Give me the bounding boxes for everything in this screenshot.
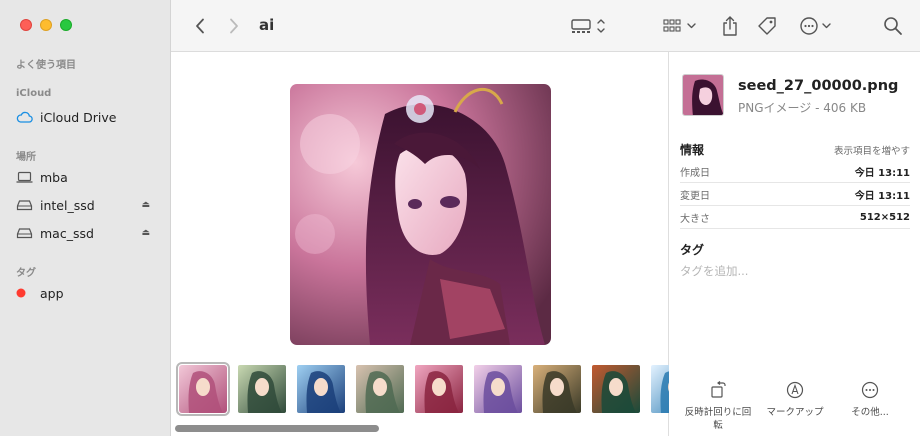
tag-dot-icon — [16, 285, 36, 301]
toolbar: ai — [171, 0, 920, 52]
group-button[interactable] — [661, 14, 701, 38]
minimize-window-button[interactable] — [40, 19, 52, 31]
thumbnail[interactable] — [651, 365, 669, 413]
share-button[interactable] — [719, 14, 741, 38]
chevron-right-icon — [230, 18, 238, 34]
preview-pane: seed_27_00000.png PNGイメージ - 406 KB 情報 表示… — [670, 52, 920, 436]
window-controls — [20, 19, 72, 31]
sidebar-section-locations: 場所 — [16, 152, 36, 163]
zoom-window-button[interactable] — [60, 19, 72, 31]
sidebar-item-label: intel_ssd — [40, 197, 95, 213]
group-grid-icon — [663, 19, 696, 32]
sidebar-item-label: iCloud Drive — [40, 109, 117, 125]
info-key: 作成日 — [680, 167, 710, 179]
chevron-left-icon — [196, 18, 204, 34]
close-window-button[interactable] — [20, 19, 32, 31]
thumbnail[interactable] — [474, 365, 522, 413]
file-name: seed_27_00000.png — [738, 78, 899, 94]
laptop-icon — [16, 169, 36, 185]
info-row-modified: 変更日 今日 13:11 — [680, 183, 910, 206]
thumbnail-image — [179, 365, 227, 413]
action-label: 反時計回りに回転 — [684, 407, 752, 431]
thumbnail[interactable] — [297, 365, 345, 413]
sidebar-item-label: app — [40, 285, 64, 301]
ellipsis-circle-icon — [800, 17, 831, 35]
sidebar: よく使う項目 iCloud iCloud Drive 場所 mba intel_… — [0, 0, 171, 436]
tag-icon — [758, 17, 776, 35]
sidebar-item-tag-app[interactable]: app — [16, 282, 162, 304]
thumbnail-image — [474, 365, 522, 413]
cloud-icon — [16, 109, 36, 125]
forward-button[interactable] — [223, 14, 245, 38]
more-icon — [835, 380, 905, 400]
action-label: その他... — [851, 407, 889, 418]
sidebar-section-favorites: よく使う項目 — [16, 60, 76, 71]
sidebar-item-label: mba — [40, 169, 68, 185]
image-preview[interactable] — [290, 84, 551, 345]
thumbnail[interactable] — [176, 362, 230, 416]
info-key: 大きさ — [680, 213, 710, 225]
action-menu-button[interactable] — [797, 14, 837, 38]
file-thumbnail-image — [683, 75, 723, 115]
thumbnail-strip — [171, 362, 669, 416]
thumbnail[interactable] — [533, 365, 581, 413]
drive-icon — [16, 225, 36, 241]
show-more-link[interactable]: 表示項目を増やす — [834, 143, 910, 157]
file-thumbnail — [682, 74, 724, 116]
thumbnail[interactable] — [356, 365, 404, 413]
action-label: マークアップ — [766, 407, 824, 418]
thumbnail[interactable] — [415, 365, 463, 413]
eject-icon[interactable]: ⏏ — [141, 228, 150, 238]
drive-icon — [16, 197, 36, 213]
sidebar-item-icloud-drive[interactable]: iCloud Drive — [16, 106, 162, 128]
tags-heading: タグ — [680, 243, 705, 257]
gallery-view-icon — [571, 19, 605, 33]
view-mode-button[interactable] — [569, 14, 609, 38]
info-value: 今日 13:11 — [854, 167, 910, 179]
markup-button[interactable]: マークアップ — [760, 380, 830, 419]
thumbnail-image — [356, 365, 404, 413]
horizontal-scrollbar[interactable] — [175, 425, 379, 432]
info-value: 今日 13:11 — [854, 190, 910, 202]
sidebar-item-label: mac_ssd — [40, 225, 94, 241]
thumbnail-image — [297, 365, 345, 413]
thumbnail[interactable] — [592, 365, 640, 413]
info-key: 変更日 — [680, 190, 710, 202]
markup-icon — [760, 380, 830, 400]
thumbnail-image — [651, 365, 669, 413]
thumbnail-image — [238, 365, 286, 413]
eject-icon[interactable]: ⏏ — [141, 200, 150, 210]
search-button[interactable] — [881, 14, 905, 38]
file-kind: PNGイメージ - 406 KB — [738, 101, 867, 115]
sidebar-section-tags: タグ — [16, 268, 36, 279]
rotate-left-button[interactable]: 反時計回りに回転 — [683, 380, 753, 432]
thumbnail-image — [415, 365, 463, 413]
sidebar-item-intel-ssd[interactable]: intel_ssd ⏏ — [16, 194, 162, 216]
gallery-view — [171, 52, 669, 436]
thumbnail[interactable] — [238, 365, 286, 413]
share-icon — [723, 16, 737, 36]
sidebar-item-mac-ssd[interactable]: mac_ssd ⏏ — [16, 222, 162, 244]
anime-portrait-image — [290, 84, 551, 345]
thumbnail-image — [533, 365, 581, 413]
add-tag-field[interactable]: タグを追加... — [680, 263, 748, 279]
back-button[interactable] — [189, 14, 211, 38]
info-row-dimensions: 大きさ 512×512 — [680, 206, 910, 229]
info-heading: 情報 — [680, 143, 705, 157]
info-value: 512×512 — [859, 211, 910, 223]
window-title: ai — [259, 16, 275, 34]
info-row-created: 作成日 今日 13:11 — [680, 160, 910, 183]
sidebar-section-icloud: iCloud — [16, 88, 52, 99]
finder-window: よく使う項目 iCloud iCloud Drive 場所 mba intel_… — [0, 0, 920, 436]
sidebar-item-mba[interactable]: mba — [16, 166, 162, 188]
search-icon — [884, 17, 902, 35]
thumbnail-image — [592, 365, 640, 413]
more-actions-button[interactable]: その他... — [835, 380, 905, 419]
rotate-left-icon — [683, 380, 753, 400]
tags-button[interactable] — [755, 14, 779, 38]
